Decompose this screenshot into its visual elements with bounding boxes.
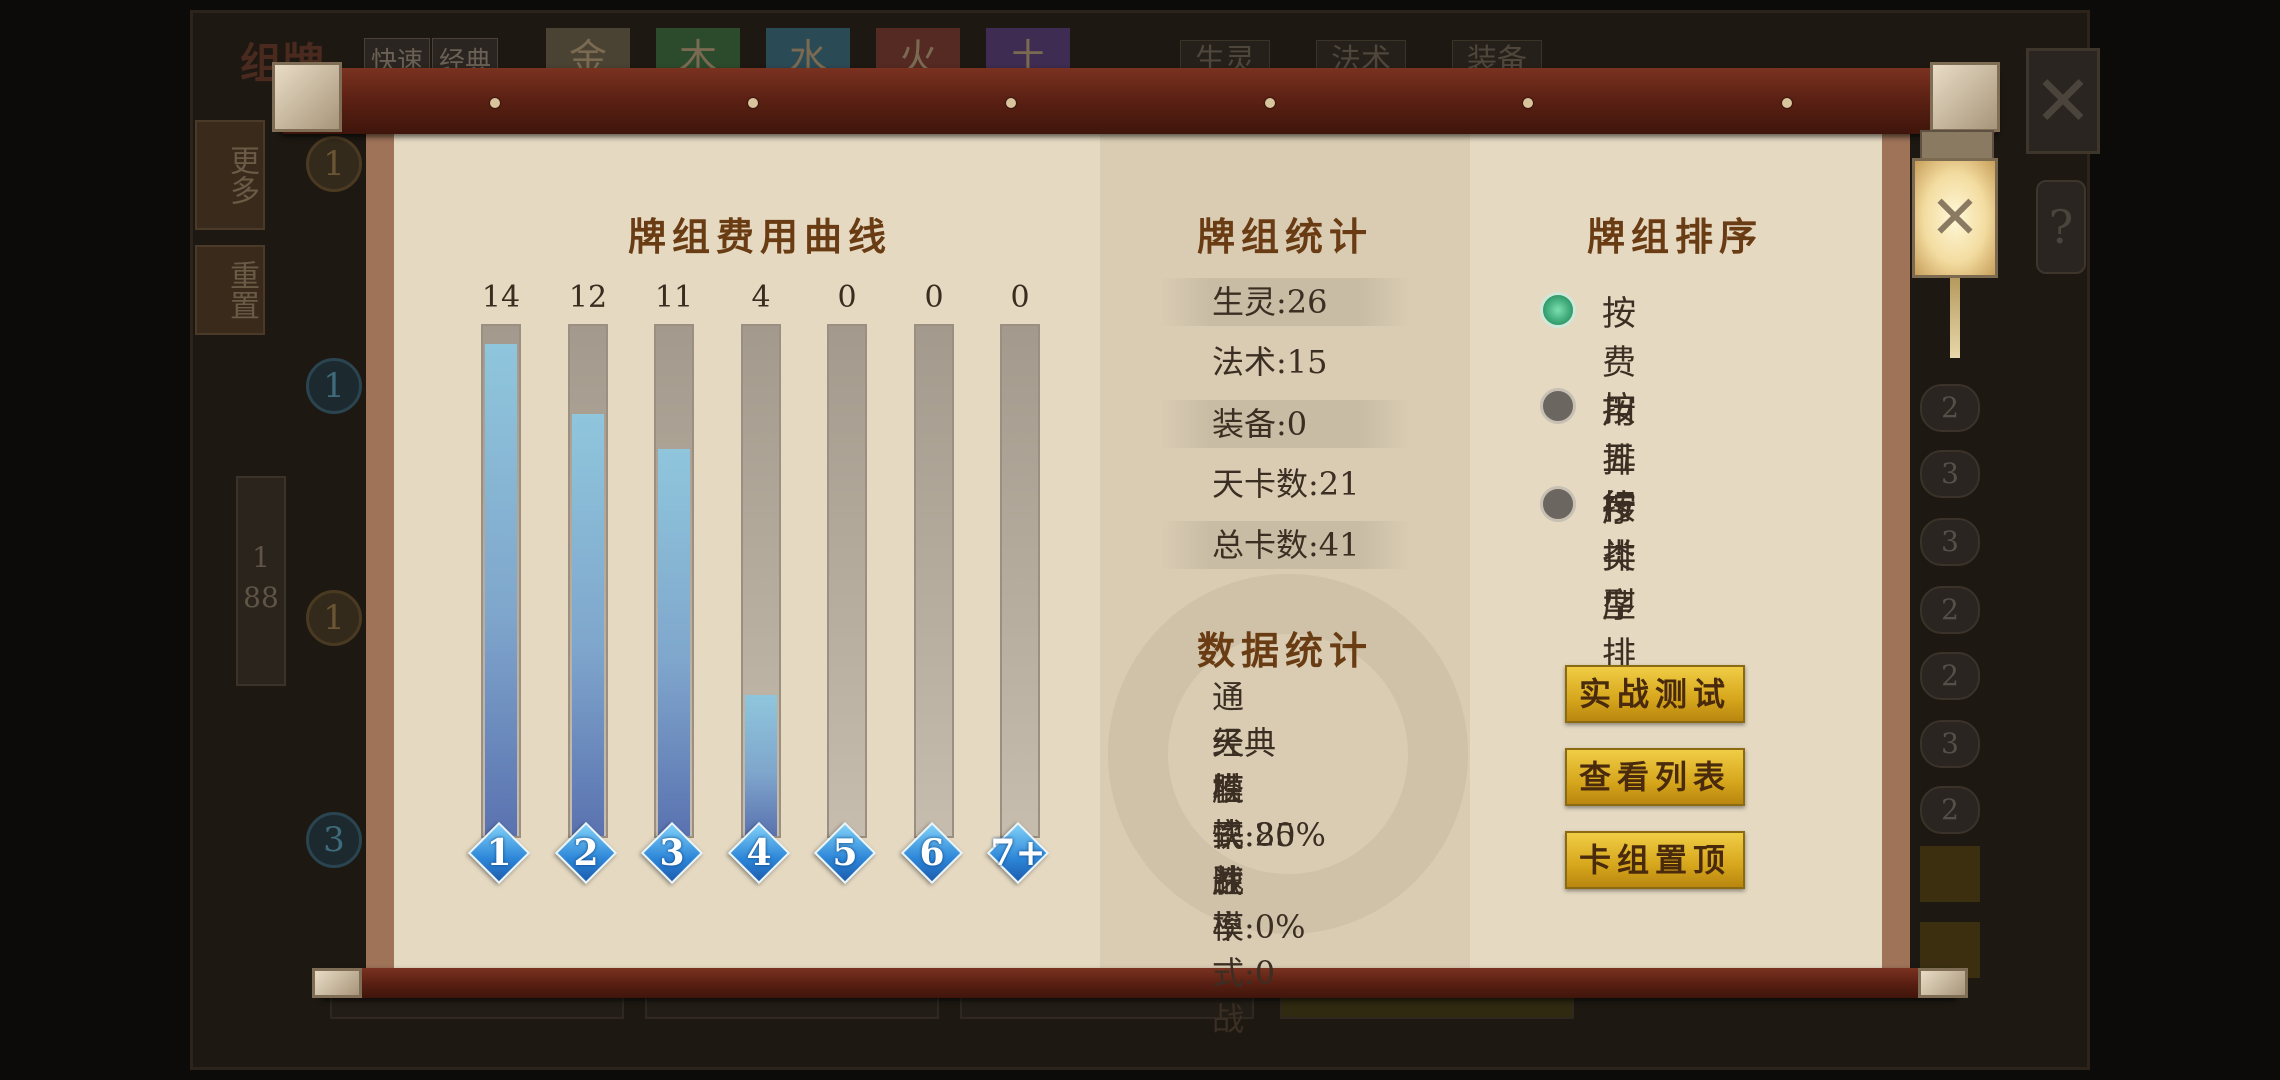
cost-bar-count: 0 — [924, 280, 944, 315]
cost-bar-track — [1000, 324, 1040, 838]
cost-diamond-label: 7+ — [986, 821, 1050, 885]
rod-stud — [1006, 98, 1016, 108]
cost-bar-count: 12 — [568, 280, 608, 315]
list-cost-badge: 1 — [306, 590, 362, 646]
stat-spells: 法术:15 — [1212, 343, 1328, 381]
cost-category-label: 1 — [486, 832, 512, 874]
cost-diamond-label: 2 — [554, 821, 618, 885]
page-current: 1 — [252, 541, 270, 574]
cost-curve-title: 牌组费用曲线 — [627, 214, 892, 259]
sort-by-element-radio[interactable] — [1540, 388, 1576, 424]
cost-bar-track — [481, 324, 521, 838]
cost-bar-fill — [745, 695, 777, 836]
deck-card-count: 2 — [1920, 652, 1980, 700]
cost-diamond-label: 3 — [640, 821, 704, 885]
deck-sort-title: 牌组排序 — [1586, 214, 1763, 259]
deck-card-count: 2 — [1920, 786, 1980, 834]
list-cost-badge: 1 — [306, 136, 362, 192]
cost-diamond-label: 6 — [900, 821, 964, 885]
rod-stud — [748, 98, 758, 108]
deck-card-count: 3 — [1920, 518, 1980, 566]
rod-stud — [1523, 98, 1533, 108]
page-indicator: 1 88 — [236, 476, 286, 686]
cost-bar-fill — [485, 344, 517, 836]
cost-bar-count: 14 — [481, 280, 521, 315]
deck-card-count: 3 — [1920, 720, 1980, 768]
cost-category-label: 6 — [919, 832, 945, 874]
data-stats-title: 数据统计 — [1196, 628, 1373, 673]
deck-card-count: 2 — [1920, 384, 1980, 432]
cost-bar-fill — [572, 414, 604, 836]
battle-test-button[interactable]: 实战测试 — [1565, 665, 1745, 723]
cost-bar-count: 11 — [654, 280, 694, 315]
cost-category-label: 5 — [832, 832, 858, 874]
lantern-close-button[interactable]: ✕ — [1912, 130, 1998, 360]
cost-bar-count: 0 — [837, 280, 857, 315]
cost-bar-count: 0 — [1010, 280, 1030, 315]
view-list-button[interactable]: 查看列表 — [1565, 748, 1745, 806]
cost-bar-track — [741, 324, 781, 838]
cost-category-label: 3 — [659, 832, 685, 874]
rod-stud — [1782, 98, 1792, 108]
cost-bar-track — [568, 324, 608, 838]
cost-category-label: 2 — [573, 832, 599, 874]
deck-stats-title: 牌组统计 — [1196, 214, 1373, 259]
scroll-bottom-cap-right — [1918, 968, 1968, 998]
page-total: 88 — [243, 581, 279, 614]
cost-bar-track — [654, 324, 694, 838]
deck-card-count: 2 — [1920, 586, 1980, 634]
side-reset-button[interactable]: 重置 — [195, 245, 265, 335]
scroll-bottom-rod — [320, 968, 1958, 998]
rod-stud — [490, 98, 500, 108]
cost-category-label: 4 — [746, 832, 772, 874]
close-icon[interactable]: ✕ — [1912, 158, 1998, 278]
sort-by-cost-radio[interactable] — [1540, 292, 1576, 328]
scroll-top-rod — [280, 68, 1998, 134]
side-more-button[interactable]: 更多 — [195, 120, 265, 230]
lantern-tassel — [1950, 278, 1960, 358]
cost-diamond-label: 4 — [727, 821, 791, 885]
scroll-rod-cap-left — [272, 62, 342, 132]
scroll-bottom-cap-left — [312, 968, 362, 998]
cost-diamond-label: 1 — [467, 821, 531, 885]
deck-card-count: 3 — [1920, 450, 1980, 498]
pin-deck-button[interactable]: 卡组置顶 — [1565, 831, 1745, 889]
cost-bar-count: 4 — [751, 280, 771, 315]
stat-total-cards: 总卡数:41 — [1160, 521, 1410, 569]
background-help-icon[interactable]: ? — [2036, 180, 2086, 274]
background-close-icon[interactable]: ✕ — [2026, 48, 2100, 154]
scroll-rod-cap-right — [1930, 62, 2000, 132]
stat-equipment: 装备:0 — [1160, 400, 1410, 448]
stat-creatures: 生灵:26 — [1160, 278, 1410, 326]
cost-bar-fill — [658, 449, 690, 836]
stat-heaven-cards: 天卡数:21 — [1212, 465, 1360, 503]
cost-diamond-label: 5 — [813, 821, 877, 885]
cost-category-label: 7+ — [990, 832, 1046, 874]
deck-card-gold-slot — [1920, 846, 1980, 902]
rod-stud — [1265, 98, 1275, 108]
list-cost-badge: 3 — [306, 812, 362, 868]
list-cost-badge: 1 — [306, 358, 362, 414]
data-stat-quick-winrate: 胜率:0% — [1212, 862, 1306, 946]
sort-by-type-radio[interactable] — [1540, 486, 1576, 522]
cost-bar-track — [827, 324, 867, 838]
cost-bar-track — [914, 324, 954, 838]
